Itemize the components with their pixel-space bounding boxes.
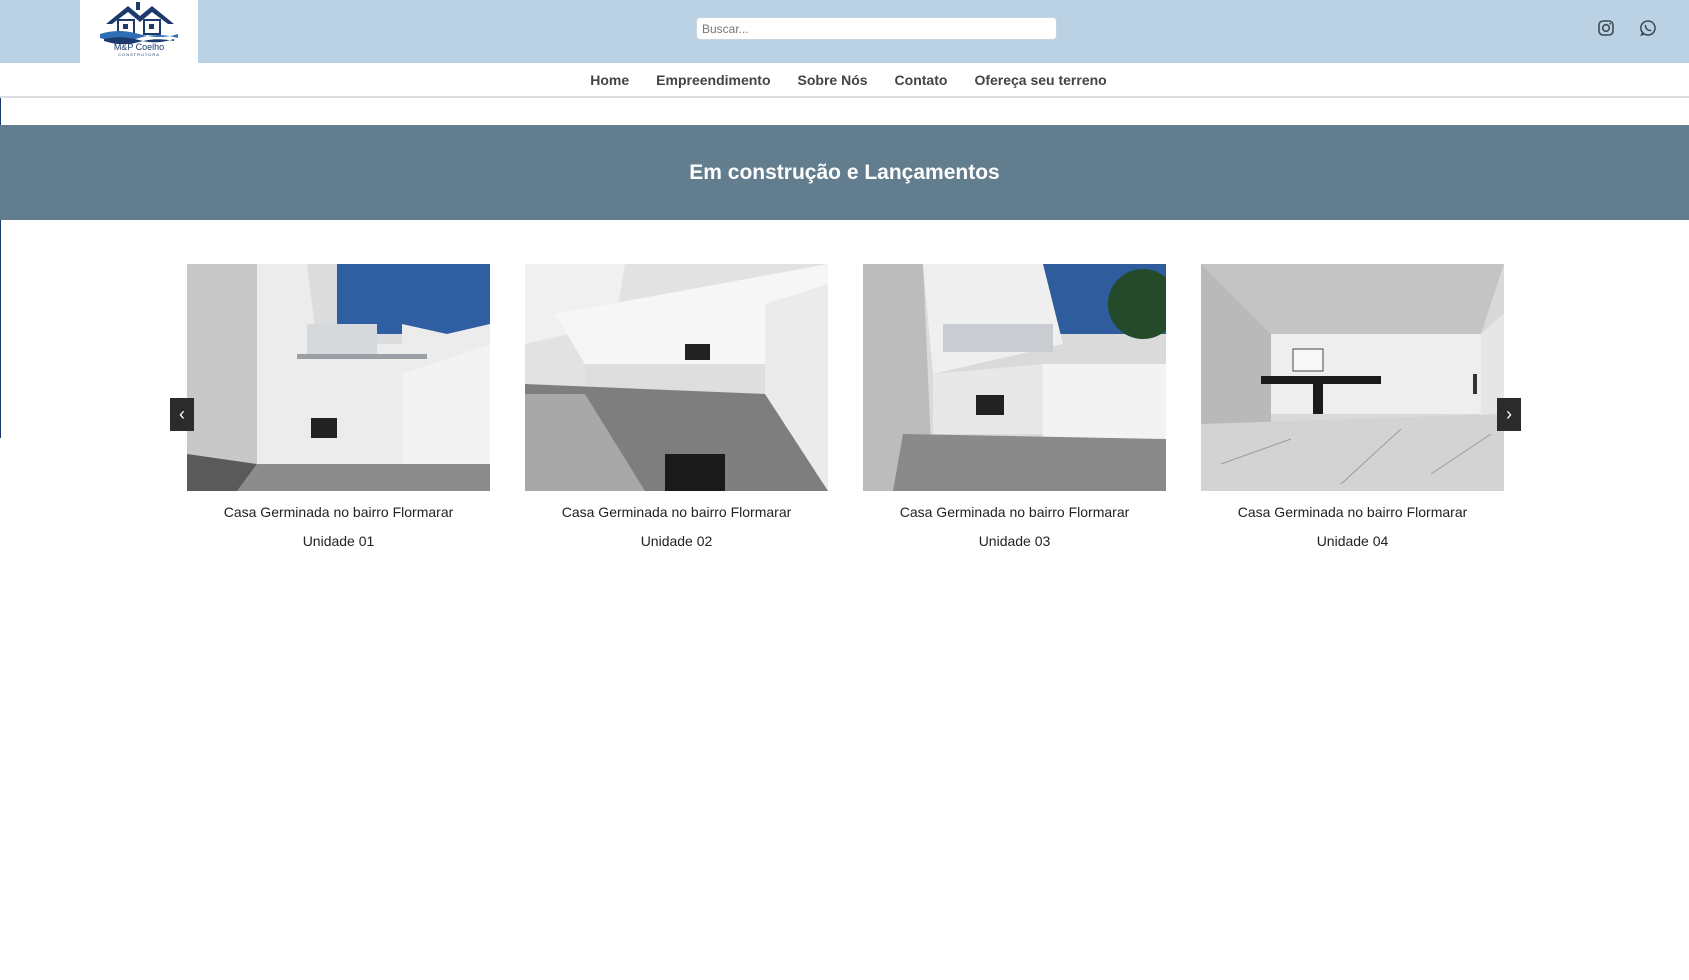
main-nav: Home Empreendimento Sobre Nós Contato Of… (0, 63, 1689, 98)
top-header: M&P Coelho CONSTRUTORA (0, 0, 1689, 63)
property-photo[interactable] (863, 264, 1166, 491)
property-unit: Unidade 02 (640, 533, 713, 549)
property-unit: Unidade 01 (302, 533, 375, 549)
property-unit: Unidade 03 (978, 533, 1051, 549)
nav-item-home[interactable]: Home (590, 72, 629, 88)
property-card[interactable]: Casa Germinada no bairro Flormarar Unida… (1201, 264, 1504, 549)
search-input[interactable] (696, 17, 1057, 40)
property-photo[interactable] (187, 264, 490, 491)
instagram-icon[interactable] (1596, 18, 1616, 38)
property-title: Casa Germinada no bairro Flormarar (1237, 504, 1468, 520)
left-border (0, 63, 1, 438)
logo-subtext: CONSTRUTORA (118, 52, 160, 57)
property-card[interactable]: Casa Germinada no bairro Flormarar Unida… (525, 264, 828, 549)
house-logo-icon (100, 2, 178, 44)
nav-item-sobre-nos[interactable]: Sobre Nós (798, 72, 868, 88)
property-photo[interactable] (525, 264, 828, 491)
property-unit: Unidade 04 (1316, 533, 1389, 549)
nav-item-contato[interactable]: Contato (895, 72, 948, 88)
nav-item-empreendimento[interactable]: Empreendimento (656, 72, 770, 88)
property-title: Casa Germinada no bairro Flormarar (899, 504, 1130, 520)
property-title: Casa Germinada no bairro Flormarar (223, 504, 454, 520)
carousel-prev-button[interactable]: ‹ (170, 398, 194, 431)
nav-item-ofereca-terreno[interactable]: Ofereça seu terreno (974, 72, 1106, 88)
logo-text: M&P Coelho (113, 42, 165, 52)
site-logo[interactable]: M&P Coelho CONSTRUTORA (80, 0, 198, 63)
property-title: Casa Germinada no bairro Flormarar (561, 504, 792, 520)
section-title: Em construção e Lançamentos (689, 160, 1000, 184)
property-photo[interactable] (1201, 264, 1504, 491)
carousel-next-button[interactable]: › (1497, 398, 1521, 431)
whatsapp-icon[interactable] (1638, 18, 1658, 38)
property-card[interactable]: Casa Germinada no bairro Flormarar Unida… (187, 264, 490, 549)
property-card[interactable]: Casa Germinada no bairro Flormarar Unida… (863, 264, 1166, 549)
section-banner: Em construção e Lançamentos (0, 125, 1689, 220)
